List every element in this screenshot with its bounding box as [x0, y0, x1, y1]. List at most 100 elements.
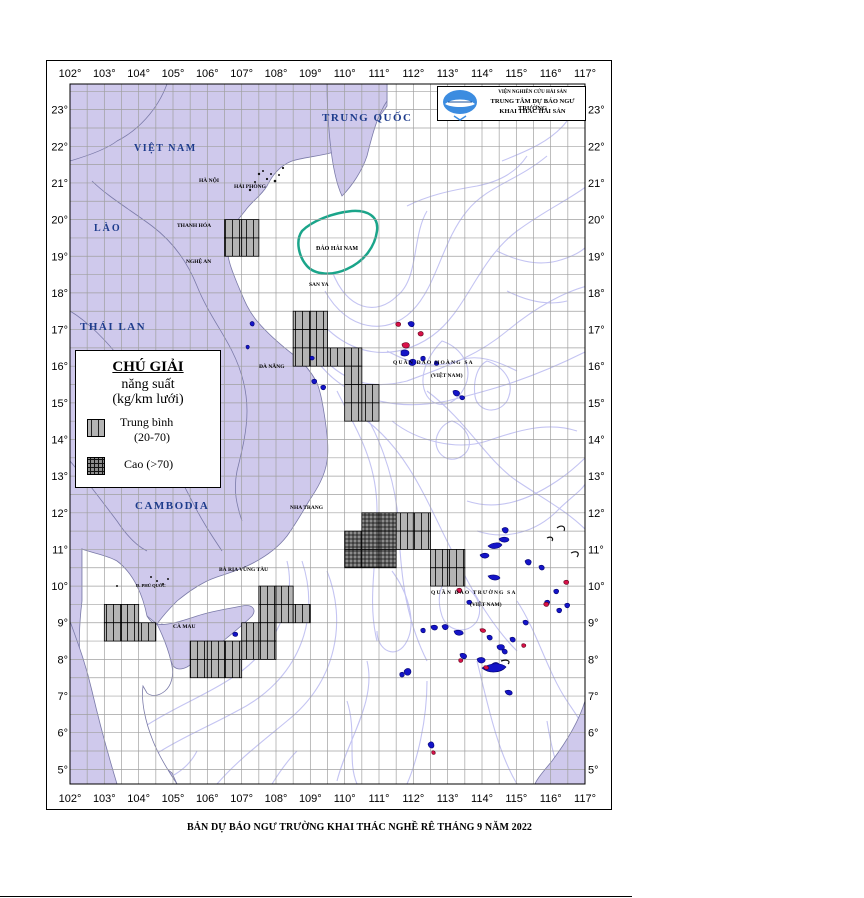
forecast-cell-medium	[258, 640, 277, 660]
latitude-tick-label: 21°	[588, 178, 605, 190]
latitude-tick-label: 16°	[588, 361, 605, 373]
institute-logo-icon	[443, 90, 477, 121]
longitude-tick-label: 110°	[334, 793, 356, 805]
latitude-tick-label: 7°	[57, 691, 68, 703]
longitude-tick-label: 114°	[471, 68, 493, 80]
legend-high-swatch	[87, 457, 105, 475]
map-caption-text: BẢN DỰ BÁO NGƯ TRƯỜNG KHAI THÁC NGHỀ RÊ …	[186, 822, 533, 833]
forecast-cell-high	[378, 549, 397, 569]
forecast-cell-high	[378, 512, 397, 532]
longitude-tick-label: 107°	[230, 793, 253, 805]
longitude-tick-label: 106°	[196, 793, 219, 805]
latitude-tick-label: 19°	[588, 251, 605, 263]
latitude-tick-label: 23°	[51, 105, 68, 117]
latitude-tick-label: 16°	[51, 361, 68, 373]
latitude-tick-label: 6°	[57, 728, 68, 740]
map-caption: BẢN DỰ BÁO NGƯ TRƯỜNG KHAI THÁC NGHỀ RÊ …	[0, 822, 864, 833]
latitude-tick-label: 15°	[51, 398, 68, 410]
label-phuquoc: Đ. PHÚ QUỐC	[136, 583, 166, 588]
forecast-cell-medium	[189, 658, 208, 679]
latitude-tick-label: 11°	[52, 544, 68, 556]
forecast-cell-medium	[103, 604, 122, 624]
longitude-tick-label: 102°	[59, 68, 82, 80]
legend-subtitle-2: (kg/km lưới)	[112, 392, 184, 407]
latitude-tick-label: 23°	[588, 105, 605, 117]
label-danang: ĐÀ NẴNG	[259, 362, 285, 370]
longitude-tick-label: 116°	[540, 793, 562, 805]
forecast-cell-medium	[121, 604, 140, 624]
forecast-cell-high	[344, 549, 363, 569]
label-hoangsa-vn: (VIỆT NAM)	[431, 371, 463, 379]
forecast-cell-medium	[241, 640, 260, 660]
forecast-cell-medium	[309, 329, 328, 349]
label-bariavungtau: BÀ RỊA VŨNG TÀU	[219, 565, 268, 573]
forecast-cell-medium	[395, 512, 414, 532]
forecast-cell-medium	[344, 402, 363, 422]
latitude-tick-label: 13°	[51, 471, 68, 483]
latitude-tick-label: 20°	[51, 215, 68, 227]
longitude-tick-label: 104°	[127, 68, 150, 80]
legend-high-label: Cao (>70)	[124, 457, 174, 471]
latitude-labels-right: 23° 22° 21° 20° 19° 18° 17° 16° 15° 14° 13° 12° 11° 1…	[588, 105, 605, 777]
forecast-cell-medium	[412, 512, 431, 532]
forecast-cell-medium	[103, 622, 122, 642]
latitude-tick-label: 7°	[588, 691, 599, 703]
forecast-cell-medium	[121, 622, 140, 642]
latitude-tick-label: 8°	[588, 654, 599, 666]
latitude-tick-label: 6°	[588, 728, 599, 740]
label-nhatrang: NHA TRANG	[290, 505, 324, 511]
forecast-cell-high	[344, 530, 363, 550]
forecast-cell-medium	[241, 219, 260, 239]
label-truongsa-vn: (VIỆT NAM)	[470, 600, 502, 608]
longitude-tick-label: 104°	[127, 793, 150, 805]
longitude-tick-label: 111°	[368, 68, 389, 80]
label-vietnam: VIỆT NAM	[134, 141, 197, 154]
forecast-cell-medium	[344, 347, 363, 367]
longitude-tick-label: 106°	[196, 68, 219, 80]
latitude-tick-label: 18°	[51, 288, 68, 300]
longitude-tick-label: 105°	[162, 68, 185, 80]
label-china: TRUNG QUỐC	[322, 111, 412, 124]
forecast-cell-medium	[447, 567, 466, 587]
longitude-tick-label: 109°	[299, 793, 322, 805]
longitude-tick-label: 110°	[334, 68, 356, 80]
forecast-cell-high	[361, 512, 380, 532]
latitude-tick-label: 17°	[588, 325, 605, 337]
forecast-cell-medium	[430, 549, 449, 569]
latitude-tick-label: 8°	[57, 654, 68, 666]
latitude-labels-left: 23° 22° 21° 20° 19° 18° 17° 16° 15° 14° 13° 12° 11° 1…	[51, 105, 68, 777]
forecast-cell-medium	[412, 530, 431, 550]
forecast-cell-high	[361, 549, 380, 569]
label-cambodia: CAMBODIA	[135, 500, 209, 512]
forecast-cell-medium	[258, 622, 277, 642]
longitude-tick-label: 103°	[93, 793, 116, 805]
forecast-cell-medium	[447, 549, 466, 569]
latitude-tick-label: 12°	[51, 508, 68, 520]
longitude-tick-label: 112°	[402, 68, 424, 80]
forecast-cell-medium	[309, 310, 328, 330]
latitude-tick-label: 12°	[588, 508, 605, 520]
label-thanhhoa: THANH HÓA	[177, 221, 211, 229]
latitude-tick-label: 21°	[51, 178, 68, 190]
label-camau: CÀ MAU	[173, 622, 195, 630]
latitude-tick-label: 5°	[57, 764, 68, 776]
label-hanoi: HÀ NỘI	[199, 176, 219, 184]
forecast-cell-medium	[258, 604, 277, 624]
latitude-tick-label: 22°	[588, 141, 605, 153]
label-sanya: SAN YA	[309, 282, 329, 288]
latitude-tick-label: 5°	[588, 764, 599, 776]
longitude-labels-bottom: 102° 103° 104° 105° 106° 107° 108° 109° 110° 111°…	[59, 793, 596, 805]
forecast-cell-medium	[138, 622, 157, 642]
legend-title: CHÚ GIẢI	[112, 359, 184, 375]
forecast-cell-medium	[327, 347, 346, 367]
longitude-tick-label: 107°	[230, 68, 253, 80]
longitude-tick-label: 115°	[505, 793, 527, 805]
forecast-cell-medium	[241, 237, 260, 257]
label-truongsa: QUẦN ĐẢO TRƯỜNG SA	[431, 588, 517, 596]
latitude-tick-label: 11°	[588, 544, 604, 556]
longitude-tick-label: 113°	[437, 68, 459, 80]
longitude-tick-label: 108°	[265, 68, 288, 80]
legend-subtitle-1: năng suất	[121, 377, 175, 392]
logo-institute-name: VIỆN NGHIÊN CỨU HẢI SẢN	[498, 90, 567, 95]
forecast-cell-medium	[224, 219, 243, 239]
